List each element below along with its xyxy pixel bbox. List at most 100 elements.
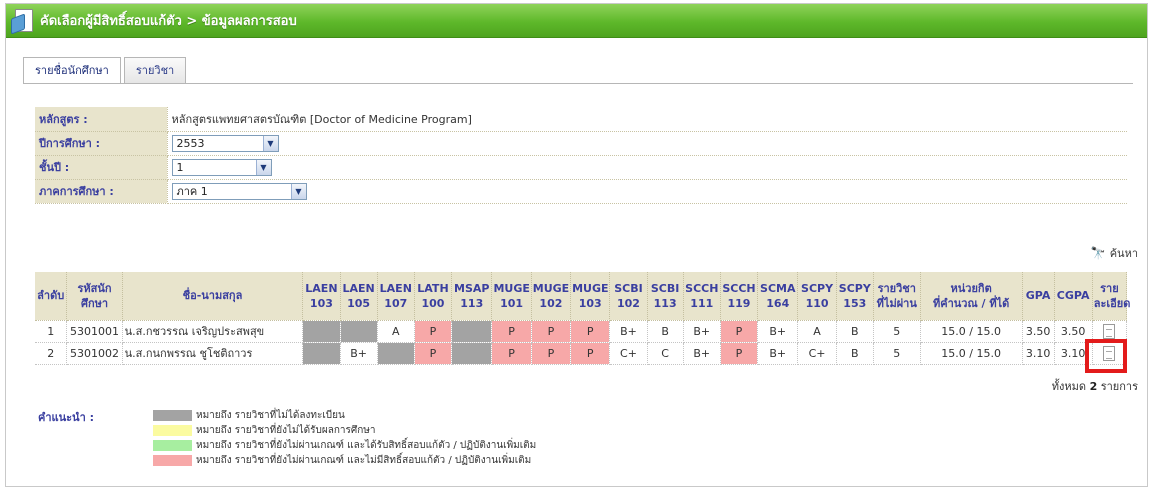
grade-cell: B [836, 320, 874, 343]
header-detail: ราย ละเอียด [1092, 272, 1130, 321]
cell-credits: 15.0 / 15.0 [920, 320, 1023, 343]
header-no: ลำดับ [35, 272, 68, 321]
page-title: คัดเลือกผู้มีสิทธิ์สอบแก้ตัว > ข้อมูลผลก… [40, 14, 297, 29]
header-course: LAEN 103 [302, 272, 341, 321]
legend-item: หมายถึง รายวิชาที่ไม่ได้ลงทะเบียน [153, 408, 536, 423]
chevron-down-icon[interactable]: ▼ [290, 183, 306, 199]
header-course: SCCH 111 [683, 272, 721, 321]
curriculum-label: หลักสูตร : [35, 107, 168, 132]
grade-cell: P [491, 320, 532, 343]
tab-bar: รายชื่อนักศึกษา รายวิชา [23, 57, 189, 84]
tab-courses[interactable]: รายวิชา [123, 57, 187, 83]
year-select-value: 2553 [176, 136, 205, 150]
cell-name: น.ส.กนกพรรณ ชูโชติถาวร [122, 342, 304, 365]
grade-cell: A [377, 320, 415, 343]
header-course: MSAP 113 [451, 272, 493, 321]
semester-label: ภาคการศึกษา : [35, 179, 168, 204]
class-select-value: 1 [176, 160, 184, 174]
cell-no: 2 [35, 342, 68, 365]
semester-select[interactable]: ภาค 1 ▼ [171, 182, 307, 200]
grade-cell: C+ [609, 342, 648, 365]
grade-cell: P [531, 342, 572, 365]
grade-cell: A [797, 320, 837, 343]
grade-cell: B+ [609, 320, 648, 343]
header-name: ชื่อ-นามสกุล [122, 272, 304, 321]
grade-cell [302, 342, 341, 365]
year-label: ปีการศึกษา : [35, 131, 168, 156]
legend-swatch [153, 440, 192, 451]
header-course: LAEN 105 [340, 272, 378, 321]
semester-select-value: ภาค 1 [176, 185, 208, 198]
legend-item: หมายถึง รายวิชาที่ยังไม่ผ่านเกณฑ์ และไม่… [153, 453, 536, 468]
filter-form: หลักสูตร : หลักสูตรแพทยศาสตรบัณฑิต [Doct… [35, 107, 1127, 204]
curriculum-value: หลักสูตรแพทยศาสตรบัณฑิต [Doctor of Medic… [167, 107, 1127, 132]
header-gpa: GPA [1022, 272, 1055, 321]
grade-cell: C [647, 342, 684, 365]
grade-cell: B+ [683, 320, 721, 343]
header-course: SCCH 119 [720, 272, 759, 321]
cell-failed-count: 5 [873, 342, 921, 365]
legend-item: หมายถึง รายวิชาที่ยังไม่ได้รับผลการศึกษา [153, 423, 536, 438]
document-icon[interactable] [1103, 323, 1116, 339]
grade-cell: B+ [757, 320, 799, 343]
header-course: SCPY 110 [797, 272, 837, 321]
grade-cell: P [720, 320, 759, 343]
header-failed-count: รายวิชา ที่ไม่ผ่าน [873, 272, 921, 321]
legend-swatch [153, 425, 192, 436]
grade-cell [340, 320, 378, 343]
grade-cell [451, 320, 493, 343]
legend-label: คำแนะนำ : [38, 411, 94, 424]
grade-cell: B+ [683, 342, 721, 365]
search-button[interactable]: 🔭 ค้นหา [1091, 244, 1138, 262]
cell-gpa: 3.50 [1022, 320, 1055, 343]
header-course: LATH 100 [414, 272, 453, 321]
table-row: 2 5301002 น.ส.กนกพรรณ ชูโชติถาวร B+ P P … [35, 342, 1128, 365]
cell-student-id: 5301002 [66, 342, 123, 365]
total-count: ทั้งหมด 2 รายการ [1051, 380, 1138, 393]
legend-swatch [153, 410, 192, 421]
header-credits: หน่วยกิต ที่คำนวณ / ที่ได้ [920, 272, 1023, 321]
year-select[interactable]: 2553 ▼ [171, 134, 279, 152]
header-course: MUGE 103 [570, 272, 611, 321]
grade-cell: P [491, 342, 532, 365]
title-bar: คัดเลือกผู้มีสิทธิ์สอบแก้ตัว > ข้อมูลผลก… [6, 4, 1147, 38]
grade-cell: P [414, 320, 453, 343]
grade-cell [377, 342, 415, 365]
grade-cell: P [720, 342, 759, 365]
legend-item: หมายถึง รายวิชาที่ยังไม่ผ่านเกณฑ์ และได้… [153, 438, 536, 453]
legend-swatch [153, 455, 192, 466]
tab-student-list[interactable]: รายชื่อนักศึกษา [23, 57, 121, 84]
chevron-down-icon[interactable]: ▼ [262, 135, 278, 151]
grade-cell: B [647, 320, 684, 343]
cell-name: น.ส.กชวรรณ เจริญประสพสุข [122, 320, 304, 343]
header-course: SCPY 153 [836, 272, 874, 321]
header-course: MUGE 101 [491, 272, 532, 321]
chevron-down-icon[interactable]: ▼ [255, 159, 271, 175]
header-course: SCBI 102 [609, 272, 648, 321]
search-label: ค้นหา [1109, 247, 1138, 260]
grade-cell: P [531, 320, 572, 343]
class-select[interactable]: 1 ▼ [171, 158, 272, 176]
cell-gpa: 3.10 [1022, 342, 1055, 365]
cell-no: 1 [35, 320, 68, 343]
header-course: SCMA 164 [757, 272, 799, 321]
grade-cell: P [570, 342, 611, 365]
header-course: SCBI 113 [647, 272, 684, 321]
header-cgpa: CGPA [1054, 272, 1093, 321]
table-row: 1 5301001 น.ส.กชวรรณ เจริญประสพสุข A P P… [35, 320, 1128, 343]
header-course: MUGE 102 [531, 272, 572, 321]
grade-cell: P [414, 342, 453, 365]
grade-cell: B+ [340, 342, 378, 365]
grade-cell: C+ [797, 342, 837, 365]
header-course: LAEN 107 [377, 272, 415, 321]
binoculars-icon: 🔭 [1090, 246, 1106, 260]
cell-credits: 15.0 / 15.0 [920, 342, 1023, 365]
results-table: ลำดับ รหัสนัก ศึกษา ชื่อ-นามสกุล LAEN 103 … [35, 272, 1130, 365]
cell-student-id: 5301001 [66, 320, 123, 343]
document-folder-icon [10, 7, 36, 35]
grade-cell [451, 342, 493, 365]
grade-cell: P [570, 320, 611, 343]
cell-failed-count: 5 [873, 320, 921, 343]
highlight-box [1085, 339, 1127, 373]
table-header-row: ลำดับ รหัสนัก ศึกษา ชื่อ-นามสกุล LAEN 103 … [35, 272, 1130, 321]
